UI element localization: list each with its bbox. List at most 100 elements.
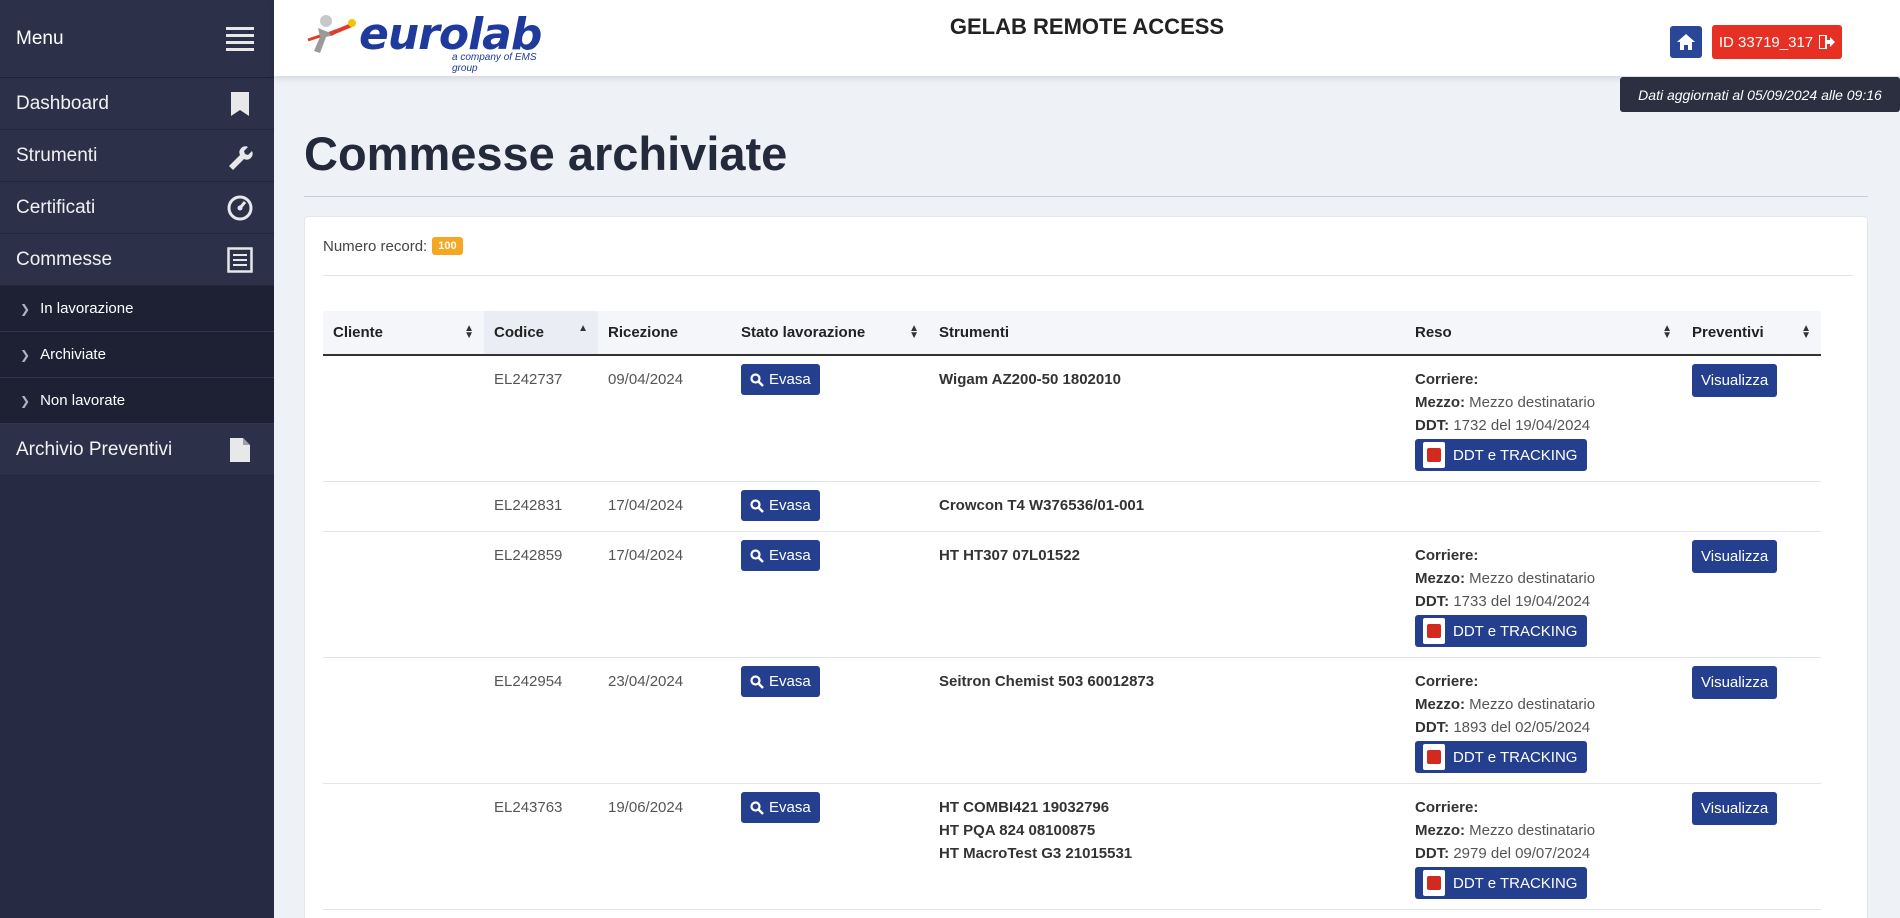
- status-evasa-button[interactable]: Evasa: [741, 364, 820, 395]
- sidebar-item-label: Certificati: [16, 196, 96, 218]
- status-evasa-button[interactable]: Evasa: [741, 792, 820, 823]
- page-title: Commesse archiviate: [304, 127, 788, 180]
- sidebar-item-label: Commesse: [16, 248, 113, 270]
- instrument-name: HT PQA 824 08100875: [939, 822, 1096, 839]
- sidebar-subitem-label: Non lavorate: [40, 392, 126, 409]
- mezzo-line: Mezzo: Mezzo destinatario: [1415, 696, 1596, 713]
- cell-reso: Corriere: Mezzo: Mezzo destinatario DDT: 1…: [1405, 657, 1682, 784]
- cell-strumenti: Seitron Chemist 503 60012873: [929, 657, 1405, 784]
- sidebar-item-dashboard[interactable]: Dashboard: [0, 78, 274, 130]
- divider: [323, 275, 1853, 276]
- cell-codice: EL242954: [484, 657, 598, 784]
- cell-reso: Corriere: Mezzo: Mezzo destinatario DDT: 1…: [1405, 355, 1682, 482]
- ddt-tracking-button[interactable]: DDT e TRACKING: [1415, 615, 1588, 647]
- user-id-label: ID 33719_317: [1718, 33, 1814, 51]
- mezzo-line: Mezzo: Mezzo destinatario: [1415, 822, 1596, 839]
- list-icon: [226, 246, 254, 274]
- sidebar-subitem-archiviate[interactable]: ❯ Archiviate: [0, 332, 274, 378]
- ddt-line: DDT: 2979 del 09/07/2024: [1415, 845, 1591, 862]
- home-button[interactable]: [1670, 26, 1702, 58]
- sidebar-header: Menu: [0, 0, 274, 78]
- hamburger-icon[interactable]: [226, 26, 254, 51]
- column-header-codice[interactable]: Codice ▲: [484, 311, 598, 356]
- sidebar-subitem-label: Archiviate: [40, 346, 106, 363]
- sidebar-subitem-non-lavorate[interactable]: ❯ Non lavorate: [0, 378, 274, 424]
- sort-asc-icon: ▲: [578, 323, 588, 334]
- corriere-line: Corriere:: [1415, 547, 1479, 564]
- sidebar-item-archivio-preventivi[interactable]: Archivio Preventivi: [0, 424, 274, 476]
- mezzo-line: Mezzo: Mezzo destinatario: [1415, 394, 1596, 411]
- chevron-right-icon: ❯: [20, 347, 31, 362]
- sidebar-item-label: Archivio Preventivi: [16, 438, 173, 460]
- table-header-row: Cliente ▲ ▼ Codice ▲ Ricezione Stato lavora…: [323, 311, 1821, 356]
- ddt-line: DDT: 1893 del 02/05/2024: [1415, 719, 1591, 736]
- sidebar-item-label: Dashboard: [16, 92, 109, 114]
- cell-codice: EL242859: [484, 531, 598, 658]
- corriere-line: Corriere:: [1415, 371, 1479, 388]
- cell-strumenti: Wigam AZ200-50 1802010: [929, 355, 1405, 482]
- visualizza-button[interactable]: Visualizza: [1692, 666, 1778, 699]
- cell-reso: [1405, 481, 1682, 532]
- data-updated-tooltip: Dati aggiornati al 05/09/2024 alle 09:16: [1620, 77, 1900, 112]
- table-row: EL242954 23/04/2024 Evasa Seitron Chemis…: [323, 657, 1821, 784]
- cell-strumenti: Crowcon T4 W376536/01-001: [929, 481, 1405, 532]
- sidebar-subitem-in-lavorazione[interactable]: ❯ In lavorazione: [0, 286, 274, 332]
- search-icon: [750, 548, 764, 563]
- cell-codice: EL243763: [484, 783, 598, 910]
- table-row: EL242737 09/04/2024 Evasa Wigam AZ200-50…: [323, 355, 1821, 482]
- menu-label: Menu: [16, 27, 64, 49]
- pdf-icon: [1423, 870, 1445, 896]
- ddt-tracking-button[interactable]: DDT e TRACKING: [1415, 439, 1588, 471]
- cell-stato: Evasa: [731, 531, 929, 658]
- sidebar-item-commesse[interactable]: Commesse: [0, 234, 274, 286]
- logo-tagline: a company of EMS group: [452, 52, 537, 74]
- cell-preventivi: Visualizza: [1682, 783, 1821, 910]
- visualizza-button[interactable]: Visualizza: [1692, 540, 1778, 573]
- status-evasa-button[interactable]: Evasa: [741, 540, 820, 571]
- cell-preventivi: Visualizza: [1682, 355, 1821, 482]
- instrument-name: Wigam AZ200-50 1802010: [939, 371, 1121, 388]
- sidebar-item-label: Strumenti: [16, 144, 98, 166]
- mezzo-line: Mezzo: Mezzo destinatario: [1415, 570, 1596, 587]
- visualizza-button[interactable]: Visualizza: [1692, 364, 1778, 397]
- cell-ricezione: 23/04/2024: [598, 657, 731, 784]
- divider: [304, 196, 1868, 197]
- home-icon: [1677, 34, 1695, 50]
- sidebar-item-strumenti[interactable]: Strumenti: [0, 130, 274, 182]
- cell-codice: EL242737: [484, 355, 598, 482]
- cell-ricezione: 09/04/2024: [598, 355, 731, 482]
- cell-reso: Corriere: Mezzo: Mezzo destinatario DDT: 2…: [1405, 783, 1682, 910]
- status-evasa-button[interactable]: Evasa: [741, 490, 820, 521]
- status-evasa-button[interactable]: Evasa: [741, 666, 820, 697]
- column-header-ricezione[interactable]: Ricezione: [598, 311, 731, 356]
- sort-icon: ▲ ▼: [1662, 323, 1672, 341]
- cell-cliente: [323, 481, 484, 532]
- document-icon: [226, 436, 254, 464]
- search-icon: [750, 674, 764, 689]
- column-header-reso[interactable]: Reso ▲ ▼: [1405, 311, 1682, 356]
- instrument-name: HT HT307 07L01522: [939, 547, 1080, 564]
- chevron-right-icon: ❯: [20, 301, 31, 316]
- cell-stato: Evasa: [731, 657, 929, 784]
- column-header-preventivi[interactable]: Preventivi ▲ ▼: [1682, 311, 1821, 356]
- cell-cliente: [323, 657, 484, 784]
- sidebar-item-certificati[interactable]: Certificati: [0, 182, 274, 234]
- column-header-stato[interactable]: Stato lavorazione ▲ ▼: [731, 311, 929, 356]
- cell-preventivi: Visualizza: [1682, 531, 1821, 658]
- top-bar: eurolab a company of EMS group GELAB REM…: [274, 0, 1900, 76]
- instrument-name: Seitron Chemist 503 60012873: [939, 673, 1155, 690]
- column-header-strumenti: Strumenti: [929, 311, 1405, 356]
- user-id-logout-button[interactable]: ID 33719_317: [1712, 25, 1842, 59]
- gauge-icon: [226, 194, 254, 222]
- column-header-cliente[interactable]: Cliente ▲ ▼: [323, 311, 484, 356]
- pdf-icon: [1423, 744, 1445, 770]
- instrument-name: HT COMBI421 19032796: [939, 799, 1110, 816]
- corriere-line: Corriere:: [1415, 673, 1479, 690]
- commesse-table: Cliente ▲ ▼ Codice ▲ Ricezione Stato lavora…: [323, 311, 1821, 910]
- visualizza-button[interactable]: Visualizza: [1692, 792, 1778, 825]
- ddt-tracking-button[interactable]: DDT e TRACKING: [1415, 741, 1588, 773]
- search-icon: [750, 800, 764, 815]
- sort-icon: ▲ ▼: [909, 323, 919, 341]
- ddt-tracking-button[interactable]: DDT e TRACKING: [1415, 867, 1588, 899]
- cell-strumenti: HT COMBI421 19032796 HT PQA 824 08100875 H…: [929, 783, 1405, 910]
